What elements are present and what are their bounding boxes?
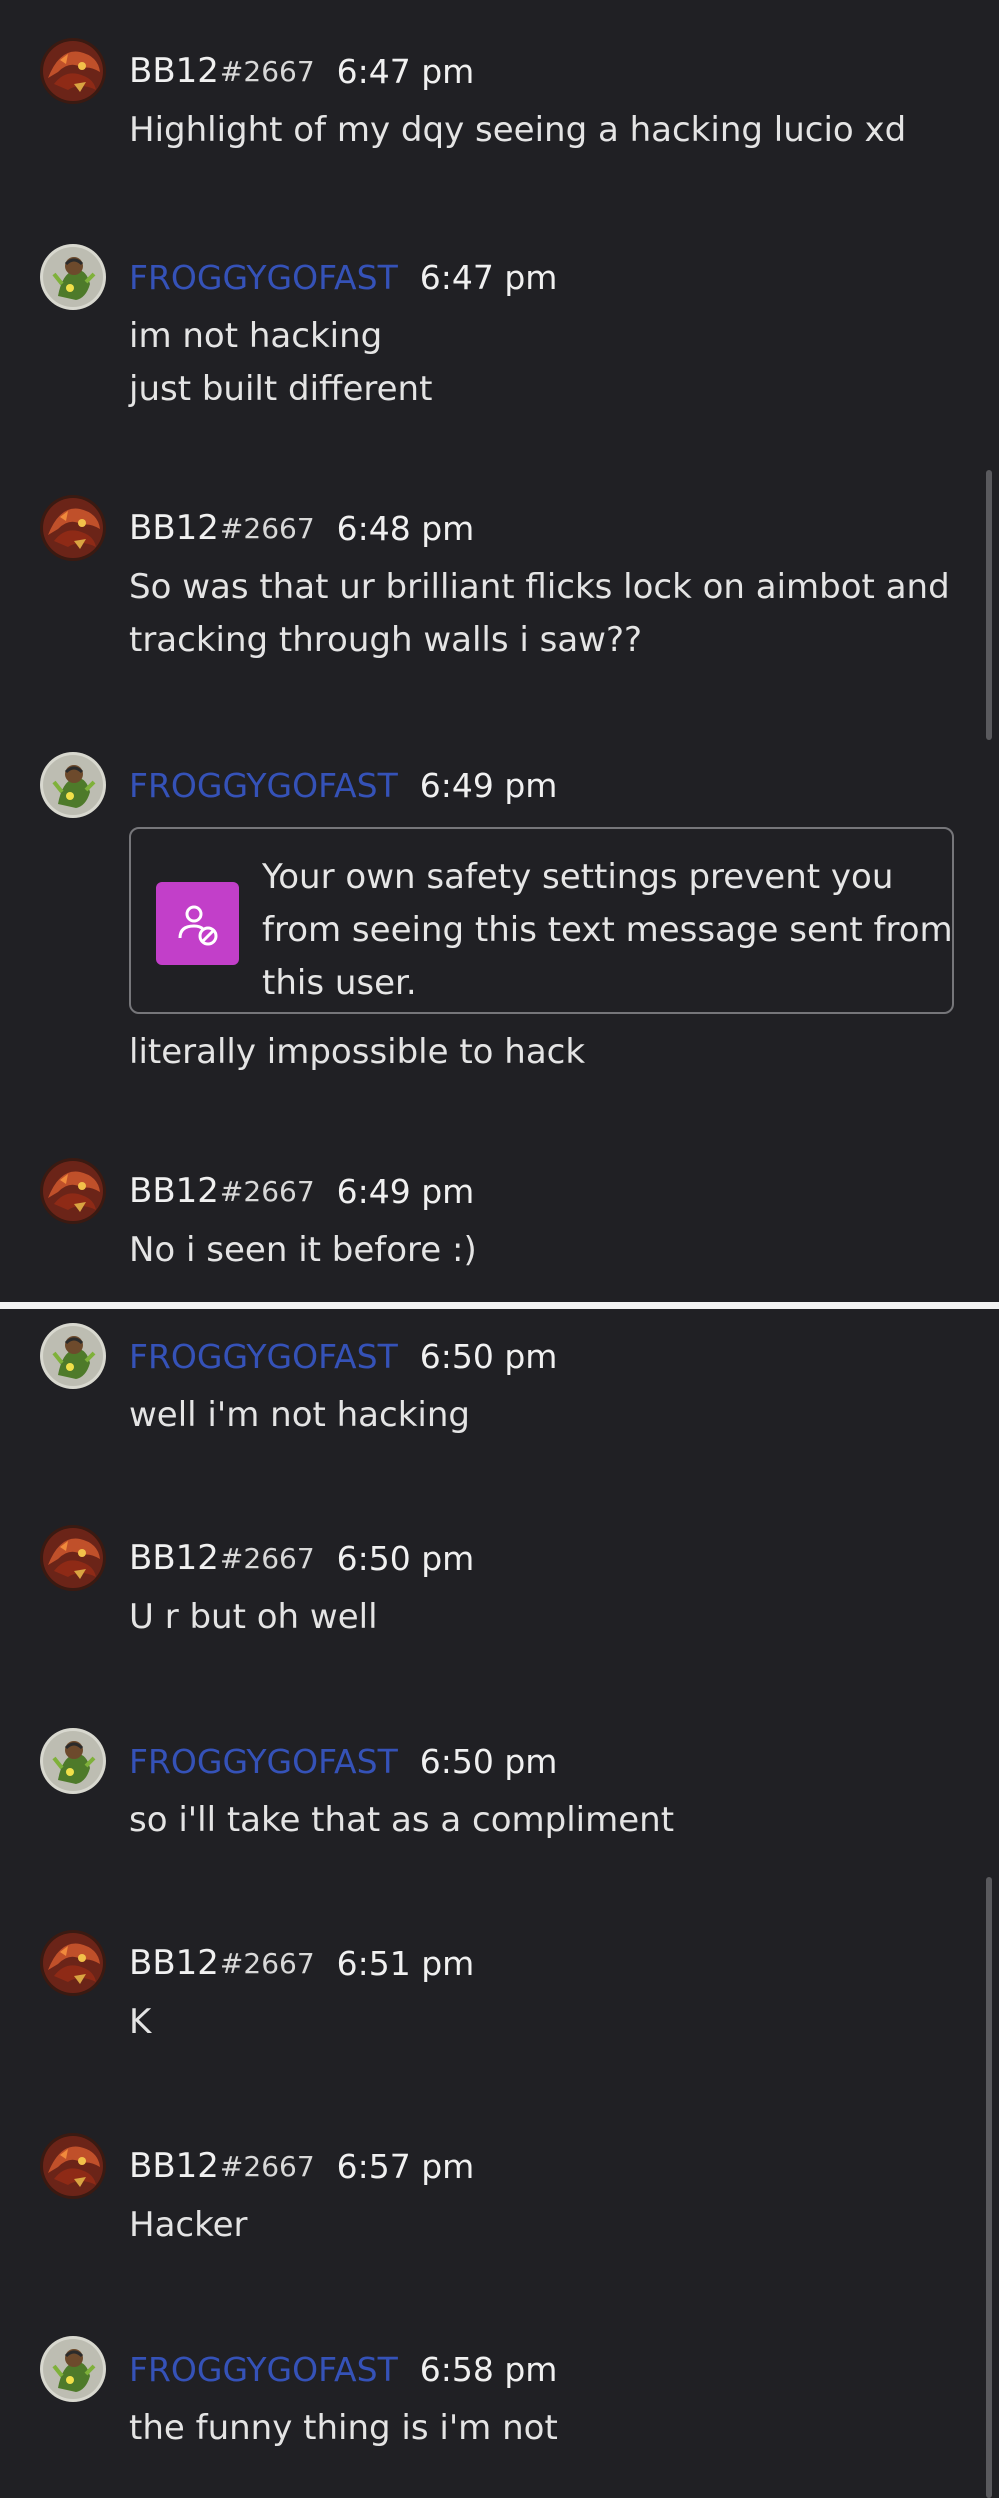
author-tag: #2667 (219, 54, 315, 88)
author-name[interactable]: BB12 (129, 1171, 219, 1211)
chat-panel-bottom: FROGGYGOFAST 6:50 pm well i'm not hacking… (0, 1309, 999, 2498)
author-name[interactable]: BB12 (129, 2146, 219, 2186)
message-line: Highlight of my dqy seeing a hacking luc… (129, 110, 907, 150)
chat-panel-top: BB12 #2667 6:47 pm Highlight of my dqy see… (0, 0, 999, 1302)
message-line: No i seen it before :) (129, 1230, 477, 1270)
author-tag: #2667 (219, 2149, 315, 2183)
message-time: 6:57 pm (336, 2146, 475, 2186)
message-header: BB12 #2667 6:48 pm (129, 495, 474, 561)
blocked-notice-text: from seeing this text message sent from (262, 910, 953, 950)
message-line: im not hacking (129, 316, 383, 356)
message-time: 6:47 pm (336, 51, 475, 91)
message-time: 6:51 pm (336, 1943, 475, 1983)
avatar[interactable] (40, 1158, 106, 1224)
author-name[interactable]: FROGGYGOFAST (129, 766, 398, 805)
author-name[interactable]: FROGGYGOFAST (129, 1337, 398, 1376)
author-name[interactable]: BB12 (129, 51, 219, 91)
message-header: BB12 #2667 6:57 pm (129, 2133, 474, 2199)
author-name[interactable]: FROGGYGOFAST (129, 258, 398, 297)
scrollbar[interactable] (986, 1877, 992, 2498)
message-line: Hacker (129, 2205, 248, 2245)
message-line: literally impossible to hack (129, 1032, 586, 1072)
author-name[interactable]: FROGGYGOFAST (129, 2350, 398, 2389)
message-line: U r but oh well (129, 1597, 378, 1637)
message-line: just built different (129, 369, 433, 409)
message-header: FROGGYGOFAST 6:49 pm (129, 752, 557, 818)
blocked-user-icon (156, 882, 239, 965)
screenshot-divider (0, 1302, 999, 1309)
message-time: 6:50 pm (419, 1336, 558, 1376)
avatar[interactable] (40, 1323, 106, 1389)
message-line: so i'll take that as a compliment (129, 1800, 675, 1840)
message-line: the funny thing is i'm not (129, 2408, 558, 2448)
blocked-notice-text: this user. (262, 963, 417, 1003)
avatar[interactable] (40, 1525, 106, 1591)
message-line: So was that ur brilliant flicks lock on … (129, 567, 950, 607)
message-line: tracking through walls i saw?? (129, 620, 643, 660)
message-header: FROGGYGOFAST 6:47 pm (129, 244, 557, 310)
author-tag: #2667 (219, 1174, 315, 1208)
avatar[interactable] (40, 38, 106, 104)
avatar[interactable] (40, 244, 106, 310)
avatar[interactable] (40, 2133, 106, 2199)
message-header: BB12 #2667 6:49 pm (129, 1158, 474, 1224)
message-header: FROGGYGOFAST 6:50 pm (129, 1728, 557, 1794)
message-time: 6:50 pm (419, 1741, 558, 1781)
scrollbar[interactable] (986, 470, 992, 740)
message-header: BB12 #2667 6:50 pm (129, 1525, 474, 1591)
message-time: 6:48 pm (336, 508, 475, 548)
message-time: 6:50 pm (336, 1538, 475, 1578)
message-time: 6:47 pm (419, 257, 558, 297)
blocked-notice-text: Your own safety settings prevent you (262, 857, 894, 897)
message-header: BB12 #2667 6:47 pm (129, 38, 474, 104)
author-name[interactable]: BB12 (129, 1943, 219, 1983)
avatar[interactable] (40, 2336, 106, 2402)
message-time: 6:49 pm (336, 1171, 475, 1211)
author-name[interactable]: FROGGYGOFAST (129, 1742, 398, 1781)
avatar[interactable] (40, 495, 106, 561)
message-header: BB12 #2667 6:51 pm (129, 1930, 474, 1996)
author-tag: #2667 (219, 1541, 315, 1575)
message-header: FROGGYGOFAST 6:58 pm (129, 2336, 557, 2402)
blocked-message-notice: Your own safety settings prevent you fro… (129, 827, 954, 1014)
avatar[interactable] (40, 1728, 106, 1794)
author-name[interactable]: BB12 (129, 1538, 219, 1578)
author-tag: #2667 (219, 1946, 315, 1980)
message-time: 6:49 pm (419, 765, 558, 805)
message-line: K (129, 2002, 152, 2042)
message-header: FROGGYGOFAST 6:50 pm (129, 1323, 557, 1389)
message-line: well i'm not hacking (129, 1395, 470, 1435)
message-time: 6:58 pm (419, 2349, 558, 2389)
author-tag: #2667 (219, 511, 315, 545)
avatar[interactable] (40, 1930, 106, 1996)
avatar[interactable] (40, 752, 106, 818)
author-name[interactable]: BB12 (129, 508, 219, 548)
